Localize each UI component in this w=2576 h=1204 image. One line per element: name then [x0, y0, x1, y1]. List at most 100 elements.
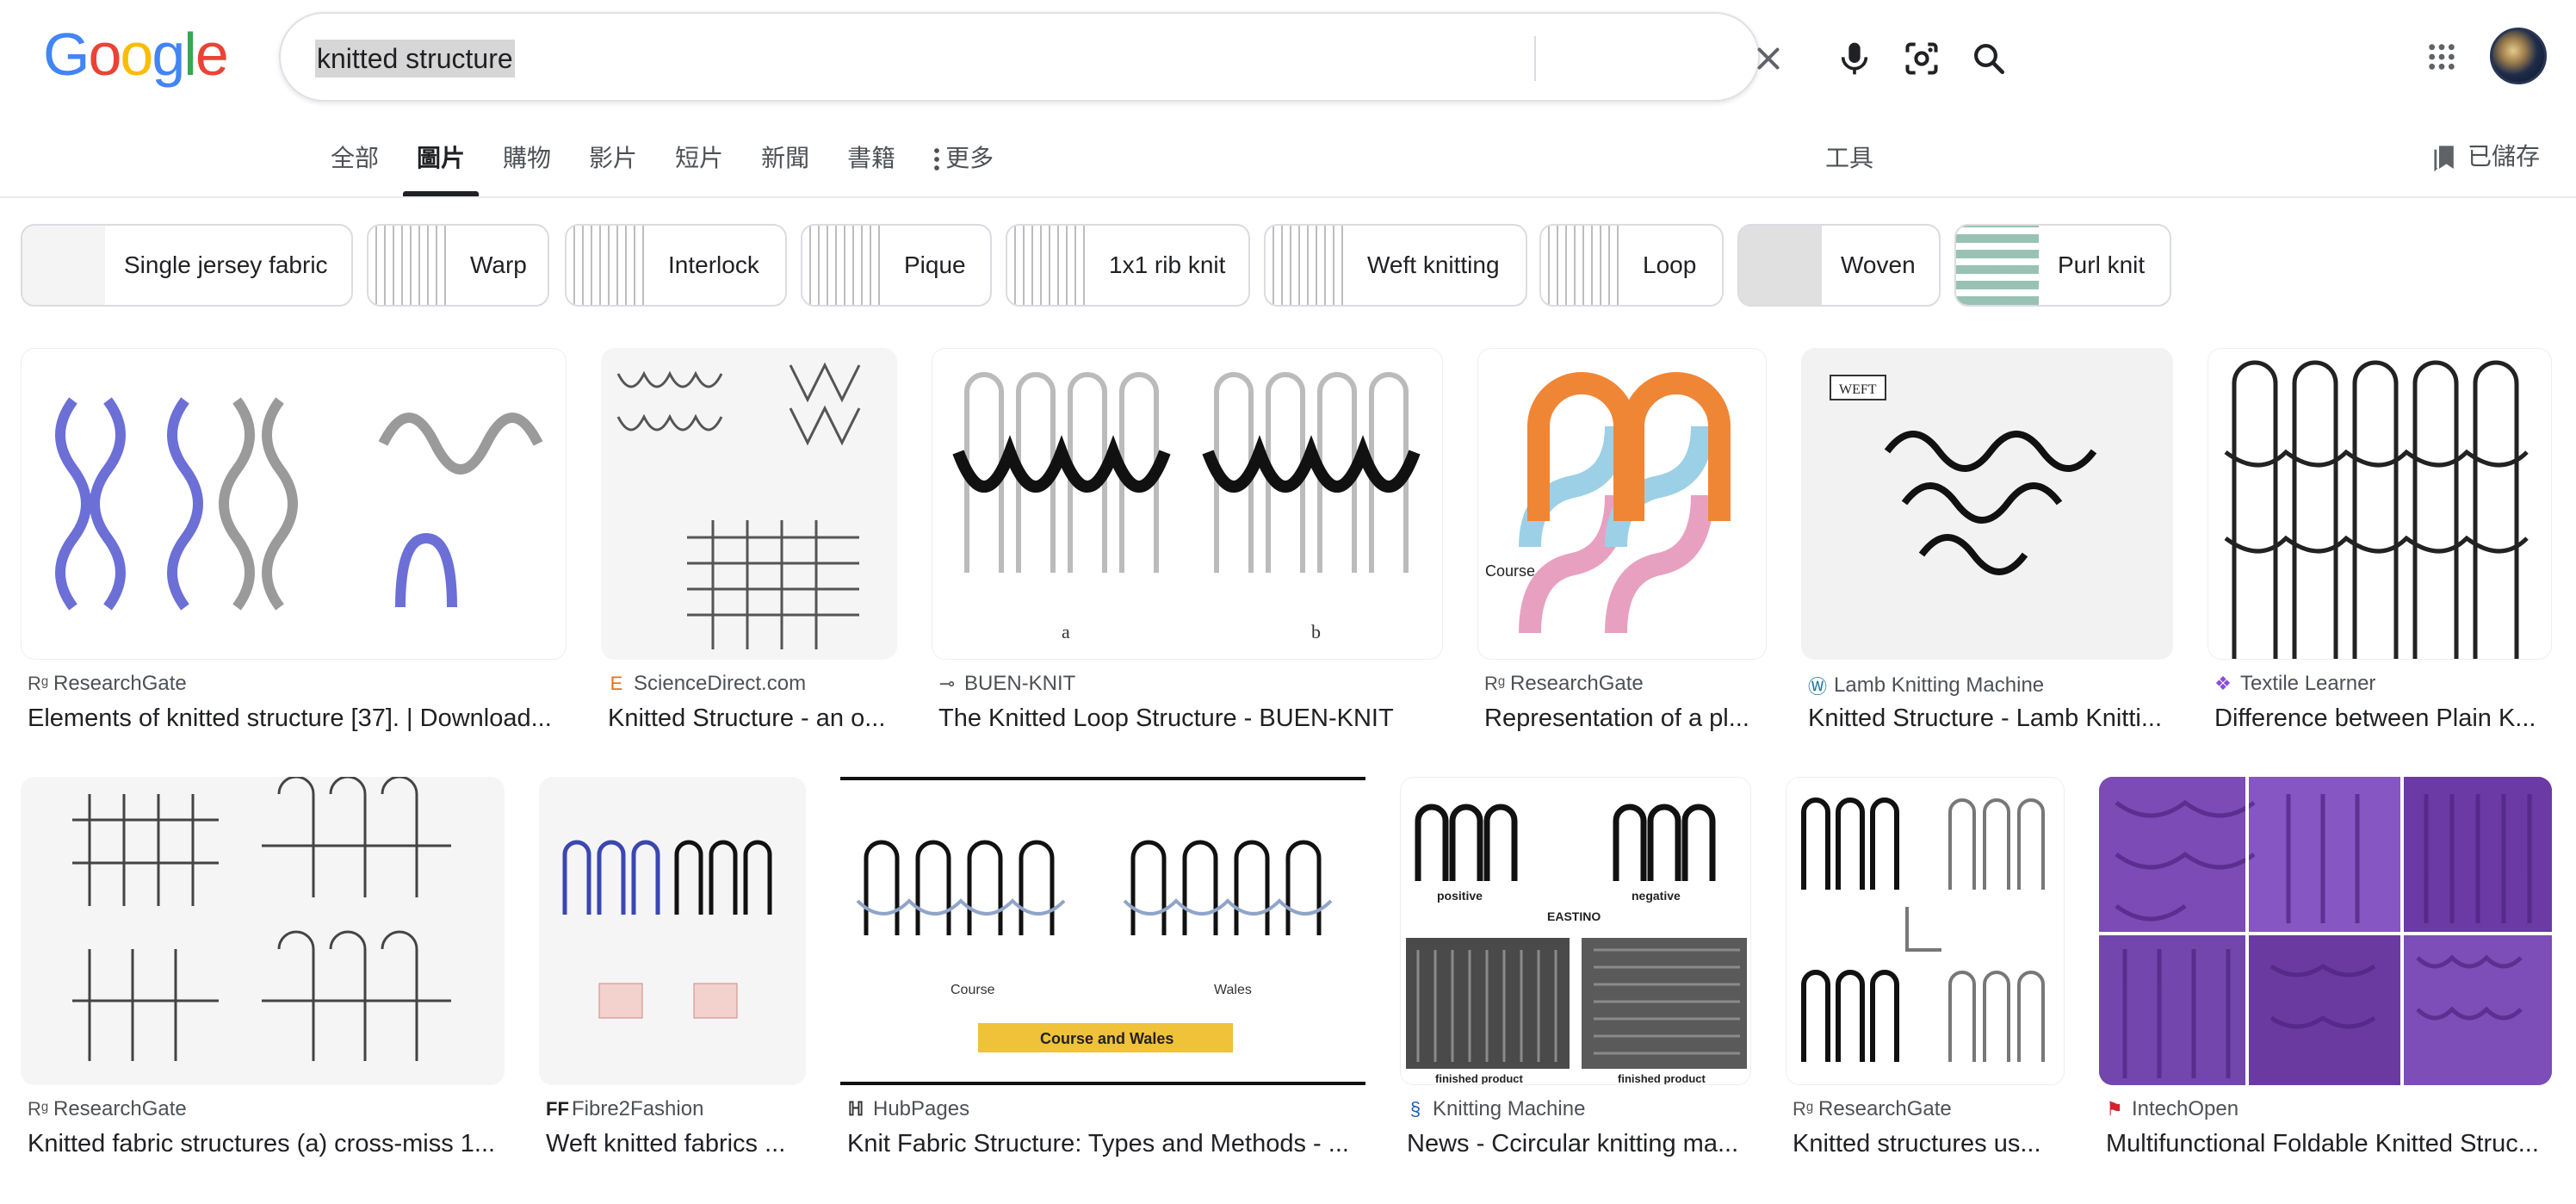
result-title[interactable]: Knitted Structure - an o...: [608, 704, 897, 733]
tab-videos[interactable]: 影片: [570, 141, 656, 193]
figure-label-b: b: [1311, 621, 1321, 642]
tab-books[interactable]: 書籍: [828, 141, 914, 193]
result-source[interactable]: ❖ Textile Learner: [2214, 672, 2375, 696]
result-source[interactable]: Rᵍ ResearchGate: [28, 672, 187, 696]
result-image[interactable]: [539, 777, 806, 1085]
chip-1x1-rib-knit[interactable]: 1x1 rib knit: [1006, 224, 1250, 307]
result-title[interactable]: News - Ccircular knitting ma...: [1407, 1130, 1751, 1158]
tab-more-label: 更多: [945, 145, 994, 171]
result-source[interactable]: Rᵍ ResearchGate: [1793, 1097, 1952, 1121]
result-image[interactable]: [601, 348, 897, 660]
course-label: Course: [1485, 562, 1535, 580]
result-source[interactable]: ℍ HubPages: [847, 1097, 969, 1121]
chip-warp[interactable]: Warp: [367, 224, 549, 307]
tab-images[interactable]: 圖片: [398, 141, 484, 196]
result-title[interactable]: Elements of knitted structure [37]. | Do…: [28, 704, 567, 733]
result-source[interactable]: ⊸ BUEN-KNIT: [938, 672, 1076, 696]
result-source[interactable]: FF Fibre2Fashion: [546, 1097, 703, 1121]
apps-grid-icon[interactable]: [2416, 31, 2468, 83]
search-input[interactable]: knitted structure: [315, 40, 515, 78]
result-card[interactable]: FF Fibre2Fashion Weft knitted fabrics ...: [539, 777, 806, 1173]
result-card[interactable]: Rᵍ ResearchGate Knitted fabric structures…: [21, 777, 505, 1173]
result-source[interactable]: Ⓦ Lamb Knitting Machine: [1808, 672, 2044, 699]
result-title[interactable]: Representation of a pl...: [1484, 704, 1767, 733]
chip-interlock[interactable]: Interlock: [565, 224, 787, 307]
result-image[interactable]: [21, 348, 567, 660]
result-title[interactable]: Knitted fabric structures (a) cross-miss…: [28, 1130, 505, 1158]
result-card[interactable]: Course Wales Course and Wales ℍ HubPages …: [840, 777, 1365, 1173]
result-image[interactable]: [1786, 777, 2065, 1085]
result-image[interactable]: positive negative EASTINO finished produ…: [1400, 777, 1751, 1085]
logo-letter: g: [152, 21, 185, 88]
result-image[interactable]: a b: [932, 348, 1443, 660]
logo-letter: l: [183, 21, 197, 88]
result-image[interactable]: WEFT: [1801, 348, 2173, 660]
result-image[interactable]: Course: [1477, 348, 1767, 660]
result-image[interactable]: [2099, 777, 2552, 1085]
sciencedirect-icon: E: [610, 673, 623, 694]
course-and-wales-banner: Course and Wales: [1040, 1030, 1173, 1047]
search-tabs: 全部 圖片 購物 影片 短片 新聞 書籍 更多: [312, 141, 1012, 196]
result-source[interactable]: E ScienceDirect.com: [608, 672, 806, 696]
google-logo[interactable]: Google: [43, 21, 229, 88]
chip-woven[interactable]: Woven: [1737, 224, 1941, 307]
result-card[interactable]: ⚑ IntechOpen Multifunctional Foldable Kni…: [2099, 777, 2552, 1173]
hubpages-icon: ℍ: [847, 1098, 864, 1120]
result-card[interactable]: E ScienceDirect.com Knitted Structure - a…: [601, 348, 897, 744]
logo-letter: e: [195, 21, 229, 88]
result-title[interactable]: Difference between Plain K...: [2214, 704, 2552, 733]
logo-letter: o: [88, 21, 121, 88]
chip-weft-knitting[interactable]: Weft knitting: [1264, 224, 1527, 307]
tools-button[interactable]: 工具: [1825, 141, 1873, 176]
weft-label: WEFT: [1839, 382, 1877, 397]
tab-news[interactable]: 新聞: [742, 141, 828, 193]
figure-label-a: a: [1062, 621, 1070, 642]
chip-loop[interactable]: Loop: [1539, 224, 1724, 307]
result-title[interactable]: Knit Fabric Structure: Types and Methods…: [847, 1130, 1365, 1158]
tab-all[interactable]: 全部: [312, 141, 398, 193]
intechopen-icon: ⚑: [2106, 1098, 2123, 1120]
result-card[interactable]: a b ⊸ BUEN-KNIT The Knitted Loop Structur…: [932, 348, 1443, 744]
knitting-machine-icon: §: [1409, 1098, 1421, 1120]
lens-camera-icon[interactable]: [1896, 33, 1947, 84]
result-title[interactable]: Knitted structures us...: [1793, 1130, 2065, 1158]
saved-label: 已儲存: [2468, 143, 2541, 170]
wales-label: Wales: [1214, 983, 1252, 997]
result-card[interactable]: ❖ Textile Learner Difference between Plai…: [2208, 348, 2552, 744]
result-card[interactable]: WEFT Ⓦ Lamb Knitting Machine Knitted Stru…: [1801, 348, 2173, 744]
microphone-icon[interactable]: [1829, 33, 1880, 84]
chip-pique[interactable]: Pique: [801, 224, 992, 307]
positive-label: positive: [1437, 889, 1483, 903]
logo-letter: G: [43, 21, 90, 88]
eastino-label: EASTINO: [1547, 909, 1601, 923]
result-card[interactable]: positive negative EASTINO finished produ…: [1400, 777, 1751, 1173]
search-box[interactable]: knitted structure: [279, 12, 2005, 102]
result-title[interactable]: Multifunctional Foldable Knitted Struc..…: [2106, 1130, 2552, 1158]
result-source[interactable]: ⚑ IntechOpen: [2106, 1097, 2239, 1121]
result-image[interactable]: [2208, 348, 2552, 660]
result-image[interactable]: [21, 777, 505, 1085]
finished-product-label: finished product: [1618, 1072, 1706, 1085]
chip-single-jersey-fabric[interactable]: Single jersey fabric: [21, 224, 353, 307]
result-card[interactable]: Rᵍ ResearchGate Elements of knitted struc…: [21, 348, 567, 744]
tab-short-videos[interactable]: 短片: [656, 141, 742, 193]
more-vert-icon: [934, 148, 939, 171]
chip-purl-knit[interactable]: Purl knit: [1954, 224, 2171, 307]
close-icon[interactable]: [1743, 33, 1794, 84]
researchgate-icon: Rᵍ: [28, 1098, 49, 1120]
result-title[interactable]: Knitted Structure - Lamb Knitti...: [1808, 704, 2173, 733]
search-divider: [1534, 36, 1536, 81]
result-image[interactable]: Course Wales Course and Wales: [840, 777, 1365, 1085]
search-icon[interactable]: [1963, 33, 2015, 84]
result-source[interactable]: § Knitting Machine: [1407, 1097, 1586, 1121]
account-avatar[interactable]: [2490, 28, 2547, 84]
result-source[interactable]: Rᵍ ResearchGate: [28, 1097, 187, 1121]
result-source[interactable]: Rᵍ ResearchGate: [1484, 672, 1644, 696]
saved-button[interactable]: 已儲存: [2433, 140, 2540, 174]
tab-more[interactable]: 更多: [914, 141, 1012, 193]
result-title[interactable]: The Knitted Loop Structure - BUEN-KNIT: [938, 704, 1443, 733]
tab-shopping[interactable]: 購物: [484, 141, 570, 193]
result-card[interactable]: Course Rᵍ ResearchGate Representation of …: [1477, 348, 1767, 744]
result-card[interactable]: Rᵍ ResearchGate Knitted structures us...: [1786, 777, 2065, 1173]
result-title[interactable]: Weft knitted fabrics ...: [546, 1130, 806, 1158]
